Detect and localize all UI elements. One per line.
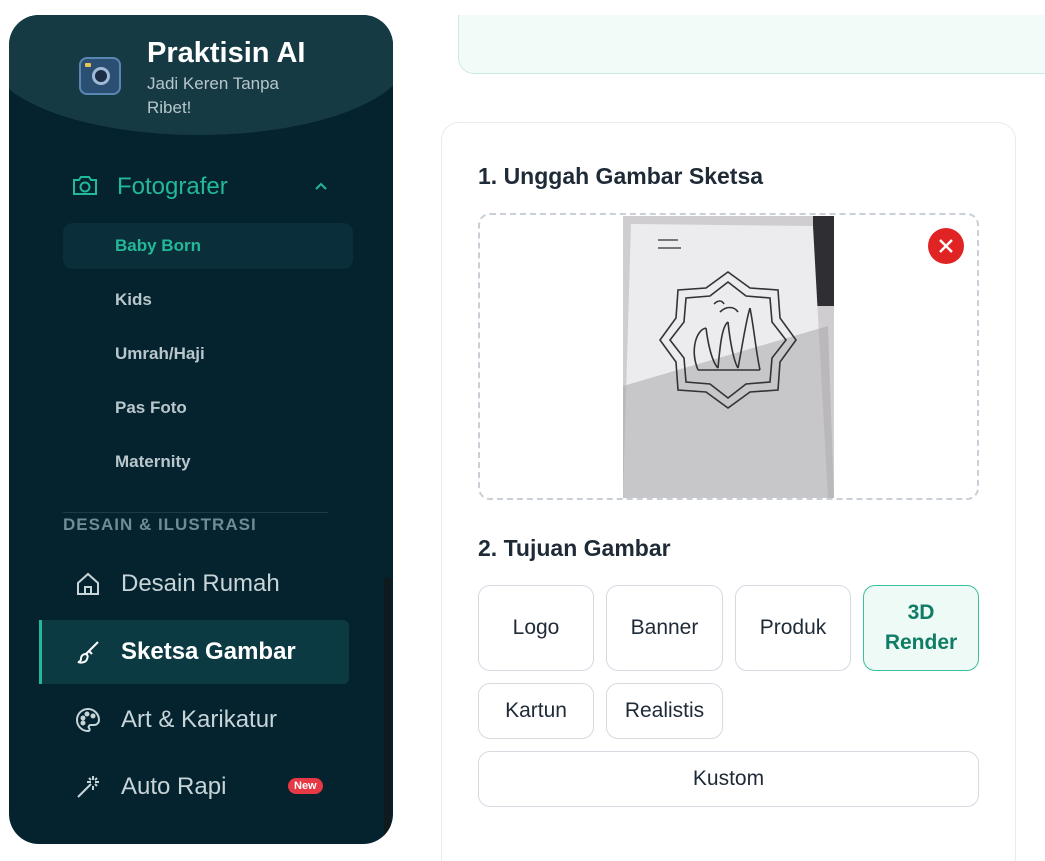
brand-subtitle: Jadi Keren Tanpa Ribet! [147,74,280,117]
sidebar-subitem-umrah-haji[interactable]: Umrah/Haji [63,331,353,377]
sidebar-subitem-kids[interactable]: Kids [63,277,353,323]
option-kartun[interactable]: Kartun [478,683,594,739]
option-3d-render[interactable]: 3D Render [863,585,979,671]
camera-icon [71,173,99,202]
brush-icon [73,637,103,667]
close-icon [939,239,953,253]
uploaded-sketch-image [623,216,834,498]
sidebar-item-art-karikatur[interactable]: Art & Karikatur [39,688,349,752]
sidebar-category-label: DESAIN & ILUSTRASI [63,515,257,534]
sidebar-item-label: Desain Rumah [121,570,280,597]
option-logo[interactable]: Logo [478,585,594,671]
option-produk[interactable]: Produk [735,585,851,671]
sidebar-section-label: Fotografer [117,173,228,200]
sidebar: Praktisin AI Jadi Keren Tanpa Ribet! Fot… [9,15,393,844]
sidebar-subitem-pas-foto[interactable]: Pas Foto [63,385,353,431]
sidebar-scrollbar[interactable] [384,577,391,844]
top-info-banner [458,15,1045,74]
new-badge: New [288,778,323,794]
sidebar-item-desain-rumah[interactable]: Desain Rumah [39,552,349,616]
option-kustom[interactable]: Kustom [478,751,979,807]
step-2-title: 2. Tujuan Gambar [478,535,671,561]
sidebar-item-auto-rapi[interactable]: Auto Rapi New [39,755,349,819]
step-1-title: 1. Unggah Gambar Sketsa [478,163,764,189]
chevron-up-icon[interactable] [313,179,329,197]
brand-logo [79,57,121,95]
home-icon [73,569,103,599]
sidebar-subitem-maternity[interactable]: Maternity [63,439,353,485]
palette-icon [73,705,103,735]
magic-wand-icon [73,772,103,802]
option-banner[interactable]: Banner [606,585,723,671]
brand-title: Praktisin AI [147,37,306,69]
sidebar-subitem-baby-born[interactable]: Baby Born [63,223,353,269]
sidebar-item-label: Auto Rapi [121,773,227,800]
sidebar-item-label: Sketsa Gambar [121,638,296,665]
sidebar-section-fotografer[interactable]: Fotografer [71,169,331,205]
sidebar-item-label: Art & Karikatur [121,706,278,733]
option-realistis[interactable]: Realistis [606,683,723,739]
sidebar-item-sketsa-gambar[interactable]: Sketsa Gambar [39,620,349,684]
remove-image-button[interactable] [928,228,964,264]
sidebar-divider [63,512,328,513]
